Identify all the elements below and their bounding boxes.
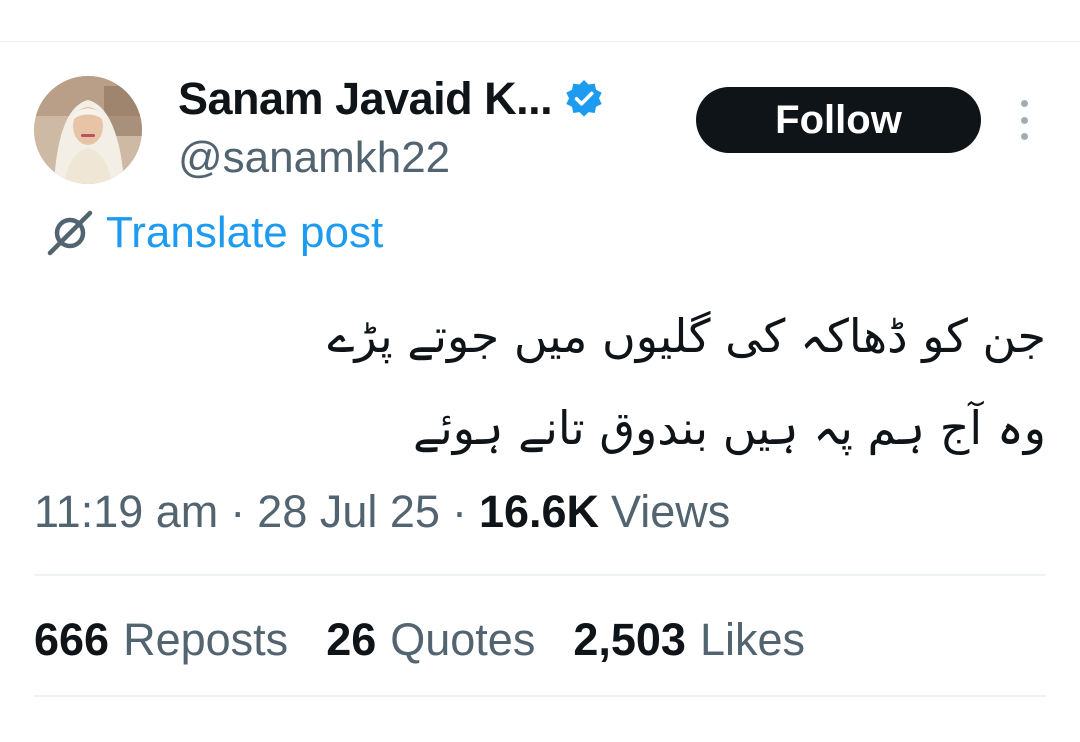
quotes-label: Quotes bbox=[390, 614, 536, 665]
separator: · bbox=[451, 486, 467, 537]
engagement-stats: 666 Reposts 26 Quotes 2,503 Likes bbox=[34, 610, 843, 670]
top-divider bbox=[0, 41, 1080, 42]
follow-button[interactable]: Follow bbox=[696, 87, 981, 153]
avatar[interactable] bbox=[34, 76, 142, 184]
likes-label: Likes bbox=[699, 614, 806, 665]
post-text: جن کو ڈھاکہ کی گلیوں میں جوتے پڑے وہ آج … bbox=[46, 290, 1046, 474]
dot bbox=[1020, 133, 1028, 140]
user-handle[interactable]: @sanamkh22 bbox=[178, 133, 450, 183]
avatar-photo bbox=[34, 76, 142, 184]
dot bbox=[1020, 100, 1028, 107]
post-time[interactable]: 11:19 am bbox=[34, 486, 218, 538]
reposts-stat[interactable]: 666 Reposts bbox=[34, 614, 288, 666]
quotes-stat[interactable]: 26 Quotes bbox=[326, 614, 535, 666]
divider bbox=[34, 574, 1046, 576]
translate-icon bbox=[47, 210, 93, 256]
reposts-label: Reposts bbox=[123, 614, 289, 665]
post-date[interactable]: 28 Jul 25 bbox=[257, 486, 440, 538]
post-line-2: وہ آج ہم پہ ہیں بندوق تانے ہوئے bbox=[413, 401, 1046, 455]
verified-badge-icon[interactable] bbox=[564, 79, 604, 119]
reposts-count: 666 bbox=[34, 614, 110, 665]
dot bbox=[1020, 116, 1028, 124]
likes-stat[interactable]: 2,503 Likes bbox=[573, 614, 805, 666]
views-label[interactable]: Views bbox=[611, 486, 730, 538]
post-line-1: جن کو ڈھاکہ کی گلیوں میں جوتے پڑے bbox=[327, 309, 1046, 363]
display-name[interactable]: Sanam Javaid K... bbox=[178, 73, 553, 125]
views-count[interactable]: 16.6K bbox=[479, 486, 599, 538]
separator: · bbox=[230, 486, 246, 537]
likes-count: 2,503 bbox=[573, 614, 686, 665]
display-name-row[interactable]: Sanam Javaid K... bbox=[178, 70, 604, 128]
post-meta: 11:19 am · 28 Jul 25 · 16.6K Views bbox=[34, 482, 730, 542]
quotes-count: 26 bbox=[326, 614, 377, 665]
divider bbox=[34, 695, 1046, 697]
more-vertical-icon[interactable] bbox=[1010, 100, 1038, 140]
translate-post-link[interactable]: Translate post bbox=[44, 205, 383, 261]
translate-label[interactable]: Translate post bbox=[106, 208, 383, 258]
